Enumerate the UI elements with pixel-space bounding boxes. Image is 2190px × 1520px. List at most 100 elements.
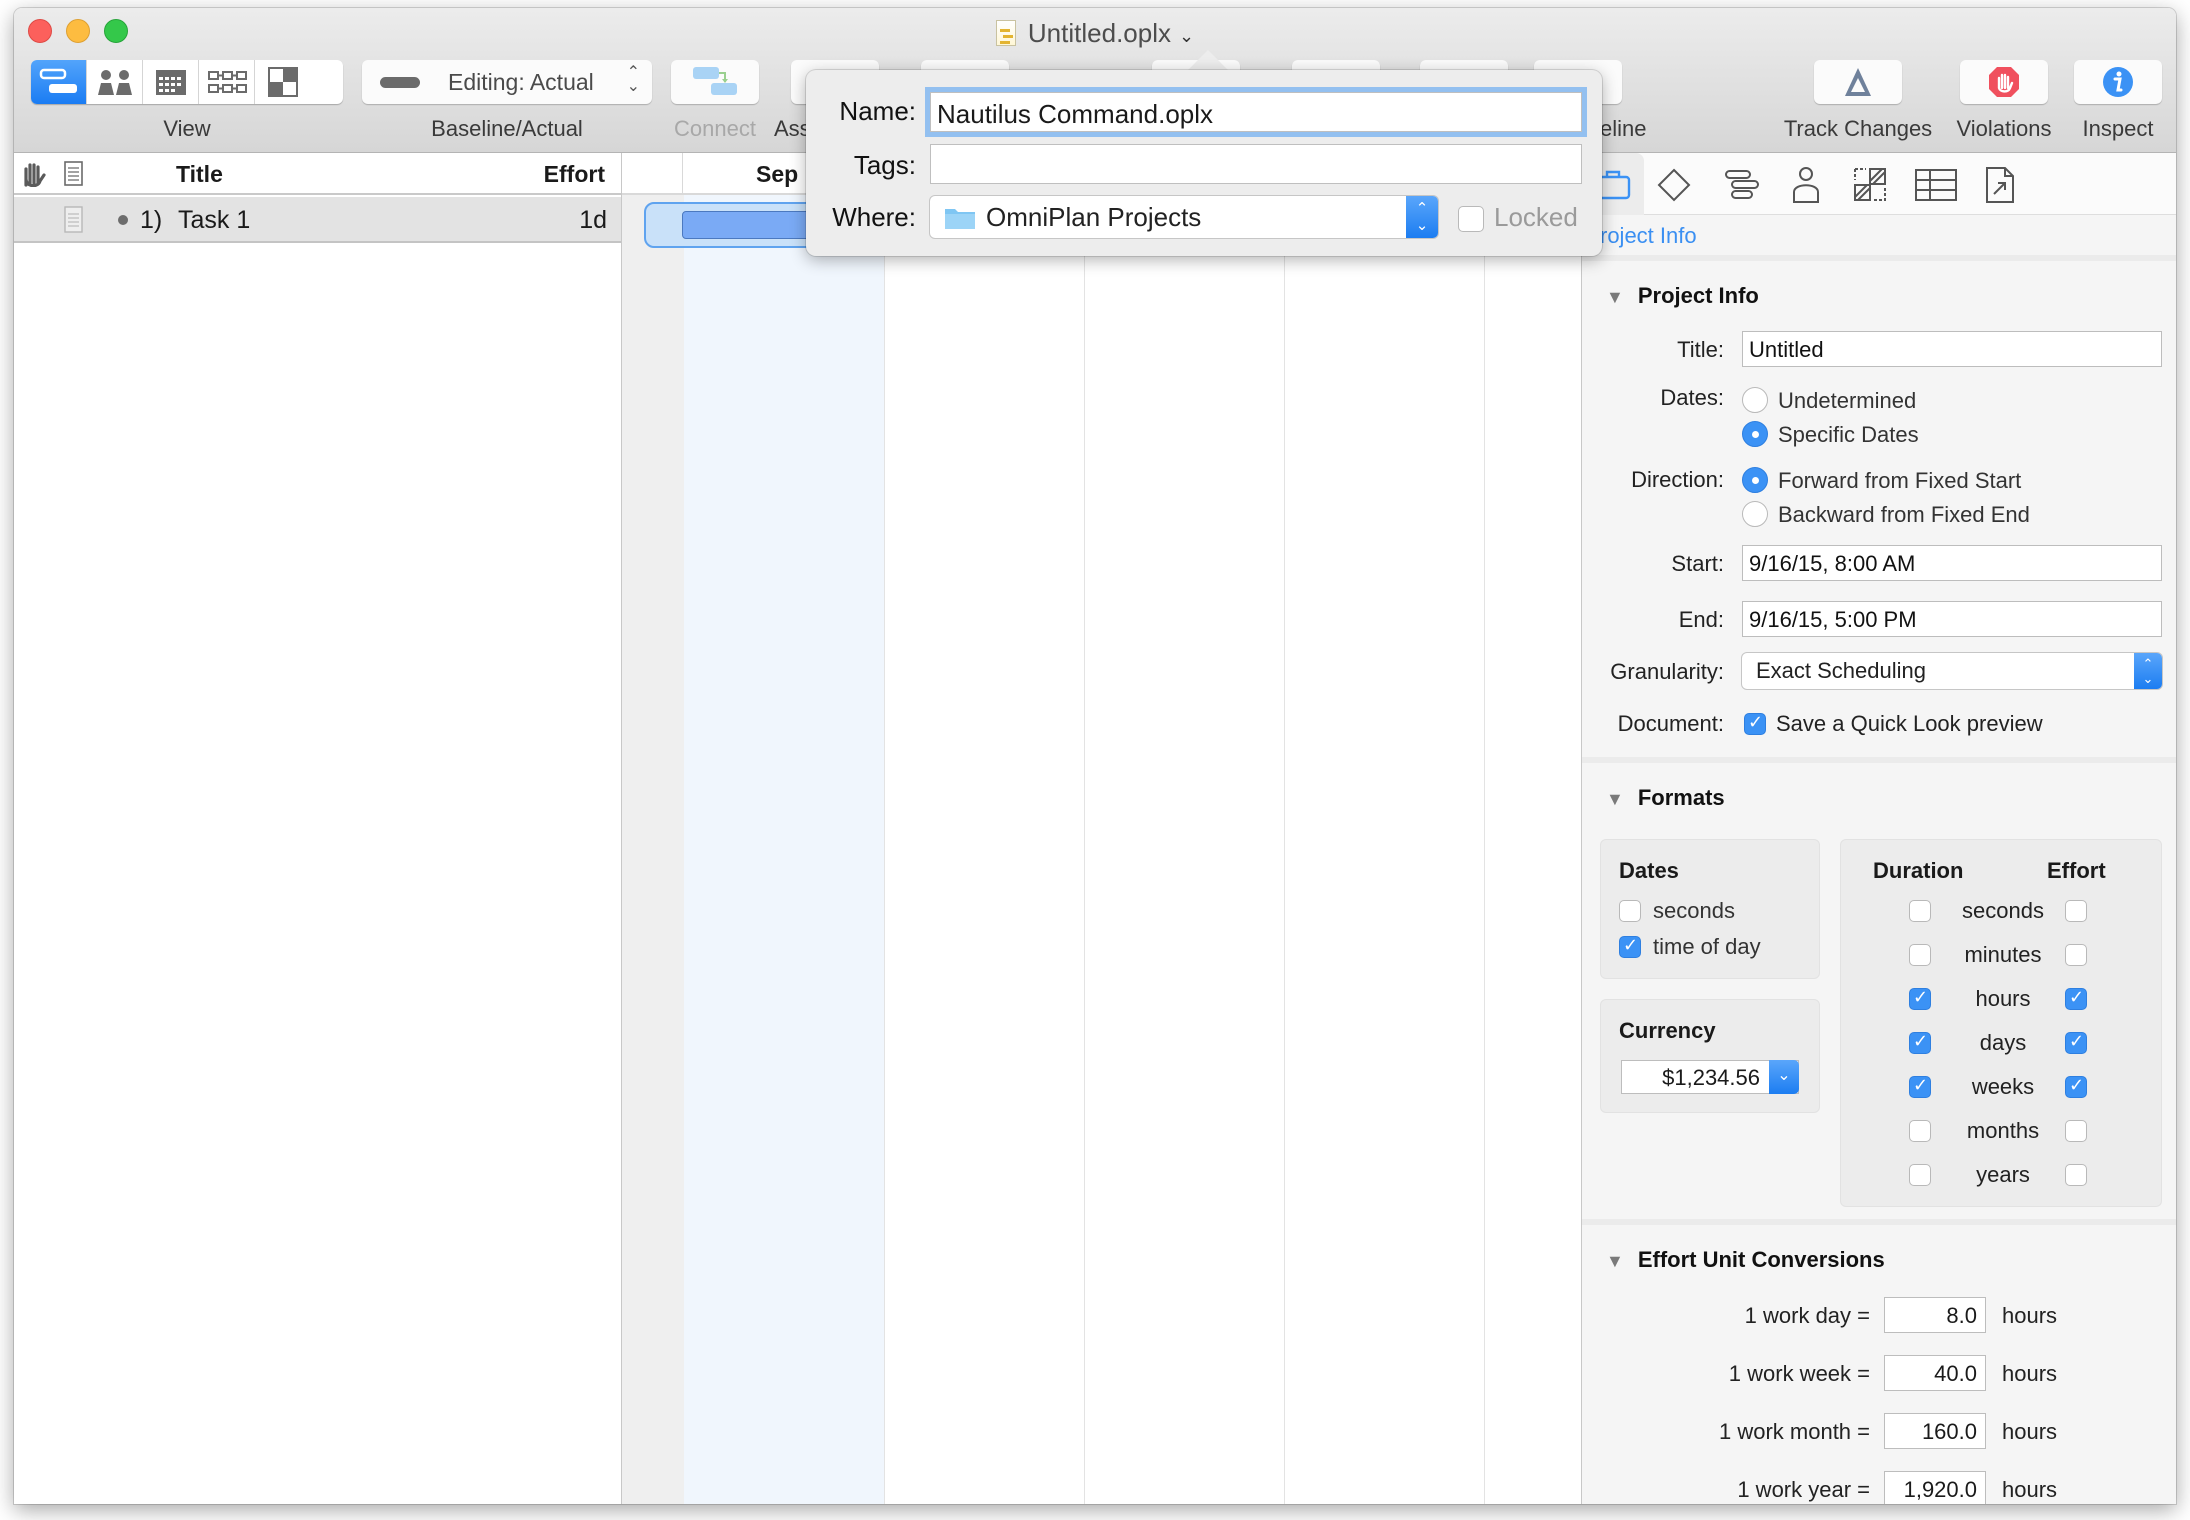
project-info-header[interactable]: ▼ Project Info [1606, 283, 1759, 309]
chevron-down-icon[interactable]: ⌄ [1179, 26, 1194, 47]
window-title[interactable]: Untitled.oplx ⌄ [14, 18, 2176, 49]
title-column-header[interactable]: Title [176, 161, 223, 188]
effort-weeks-checkbox[interactable] [2065, 1075, 2087, 1098]
dates-time-of-day-checkbox[interactable] [1619, 935, 1641, 958]
quicklook-label: Save a Quick Look preview [1776, 711, 2043, 736]
view-calendar-button[interactable] [143, 60, 199, 104]
radio-forward-label: Forward from Fixed Start [1778, 468, 2022, 493]
duration-days-checkbox[interactable] [1909, 1031, 1931, 1054]
timeline-label: eline [1600, 116, 1647, 141]
duration-effort-box: Duration Effort seconds minutes hours days w… [1840, 839, 2162, 1207]
dates-time-of-day-label: time of day [1653, 934, 1761, 959]
updown-arrows-icon: ⌃ ⌄ [2134, 653, 2162, 689]
table-icon [1915, 169, 1957, 201]
radio-backward[interactable] [1742, 501, 1768, 527]
conversion-value-field[interactable]: 40.0 [1884, 1355, 1986, 1391]
note-icon[interactable] [64, 206, 84, 234]
violations-label: Violations [1956, 116, 2052, 141]
unit-label: hours [1975, 986, 2031, 1011]
dates-seconds-checkbox[interactable] [1619, 900, 1641, 922]
effort-minutes-checkbox[interactable] [2065, 944, 2087, 966]
name-label: Name: [839, 96, 916, 126]
radio-undetermined[interactable] [1742, 387, 1768, 413]
gantt-gridline [884, 195, 885, 1504]
locked-checkbox[interactable] [1458, 206, 1484, 232]
violations-button[interactable] [1960, 60, 2048, 104]
name-field[interactable]: Nautilus Command.oplx [930, 92, 1582, 132]
formats-header[interactable]: ▼ Formats [1606, 785, 1725, 811]
duration-seconds-checkbox[interactable] [1909, 900, 1931, 922]
conversion-value-field[interactable]: 160.0 [1884, 1413, 1986, 1449]
conversion-label: 1 work year = [1737, 1477, 1870, 1502]
duration-hours-checkbox[interactable] [1909, 987, 1931, 1010]
formats-section: ▼ Formats Dates seconds time of day Curre… [1582, 757, 2176, 1227]
effort-title: Effort [2047, 858, 2106, 883]
effort-months-checkbox[interactable] [2065, 1120, 2087, 1142]
quicklook-checkbox[interactable] [1744, 712, 1766, 735]
effort-years-checkbox[interactable] [2065, 1164, 2087, 1186]
violations-icon [1989, 67, 2019, 97]
effort-days-checkbox[interactable] [2065, 1031, 2087, 1054]
tab-style[interactable] [1846, 163, 1894, 207]
disclosure-triangle-icon[interactable]: ▼ [1606, 287, 1624, 308]
tags-field[interactable] [930, 144, 1582, 184]
radio-specific-dates[interactable] [1742, 421, 1768, 447]
task-effort[interactable]: 1d [579, 206, 607, 235]
duration-minutes-checkbox[interactable] [1909, 944, 1931, 966]
currency-select[interactable]: $1,234.56 ⌄ [1621, 1060, 1799, 1094]
title-field[interactable]: Untitled [1742, 331, 2162, 367]
tab-resource[interactable] [1782, 163, 1830, 207]
connect-button[interactable] [671, 60, 759, 104]
conversion-value-field[interactable]: 1,920.0 [1884, 1471, 1986, 1504]
view-dashboard-button[interactable] [255, 60, 311, 104]
conversion-value-field[interactable]: 8.0 [1884, 1297, 1986, 1333]
conversion-unit-label: hours [2002, 1477, 2058, 1502]
dates-format-box: Dates seconds time of day [1600, 839, 1820, 979]
radio-specific-dates-label: Specific Dates [1778, 422, 1919, 447]
duration-title: Duration [1873, 858, 1964, 883]
dates-seconds-label: seconds [1653, 898, 1735, 923]
style-icon [1854, 168, 1886, 201]
notes-column-icon[interactable] [64, 161, 84, 187]
popover-arrow [1186, 50, 1230, 72]
duration-months-checkbox[interactable] [1909, 1120, 1931, 1142]
disclosure-triangle-icon[interactable]: ▼ [1606, 789, 1624, 810]
duration-weeks-checkbox[interactable] [1909, 1075, 1931, 1098]
radio-undetermined-label: Undetermined [1778, 388, 1917, 413]
effort-column-header[interactable]: Effort [544, 161, 605, 188]
track-changes-button[interactable] [1814, 60, 1902, 104]
end-field[interactable]: 9/16/15, 5:00 PM [1742, 601, 2162, 637]
where-select[interactable]: OmniPlan Projects ⌃ ⌄ [930, 196, 1438, 238]
tab-milestone[interactable] [1650, 163, 1698, 207]
radio-forward[interactable] [1742, 467, 1768, 493]
start-field[interactable]: 9/16/15, 8:00 AM [1742, 545, 2162, 581]
chevron-down-icon: ⌄ [1769, 1060, 1799, 1094]
task-number: 1) [140, 206, 163, 234]
gantt-gridline [1284, 195, 1285, 1504]
outline-header: Title Effort [14, 153, 621, 195]
view-gantt-button[interactable] [31, 60, 87, 104]
task-row[interactable]: 1) Task 1 1d [14, 197, 621, 243]
unit-label: weeks [1971, 1074, 2035, 1099]
view-resource-button[interactable] [87, 60, 143, 104]
folder-icon [945, 209, 975, 229]
hand-icon[interactable] [20, 161, 46, 187]
network-view-icon [207, 71, 247, 93]
tab-task[interactable] [1718, 163, 1766, 207]
duration-years-checkbox[interactable] [1909, 1164, 1931, 1186]
inspect-button[interactable] [2074, 60, 2162, 104]
tab-table[interactable] [1912, 163, 1960, 207]
inspect-label: Inspect [2082, 116, 2154, 141]
task-title[interactable]: Task 1 [178, 206, 250, 235]
tab-export[interactable] [1976, 163, 2024, 207]
export-icon [1986, 167, 2014, 203]
view-network-button[interactable] [199, 60, 255, 104]
formats-title: Formats [1637, 785, 1725, 810]
baseline-actual-select[interactable]: Editing: Actual ⌃ ⌄ [362, 60, 652, 104]
granularity-select[interactable]: Exact Scheduling ⌃ ⌄ [1742, 653, 2162, 689]
disclosure-triangle-icon[interactable]: ▼ [1606, 1251, 1624, 1272]
effort-conversions-header[interactable]: ▼ Effort Unit Conversions [1606, 1247, 1885, 1273]
effort-hours-checkbox[interactable] [2065, 987, 2087, 1010]
effort-seconds-checkbox[interactable] [2065, 900, 2087, 922]
inspector-subtitle: roject Info [1600, 223, 1697, 248]
